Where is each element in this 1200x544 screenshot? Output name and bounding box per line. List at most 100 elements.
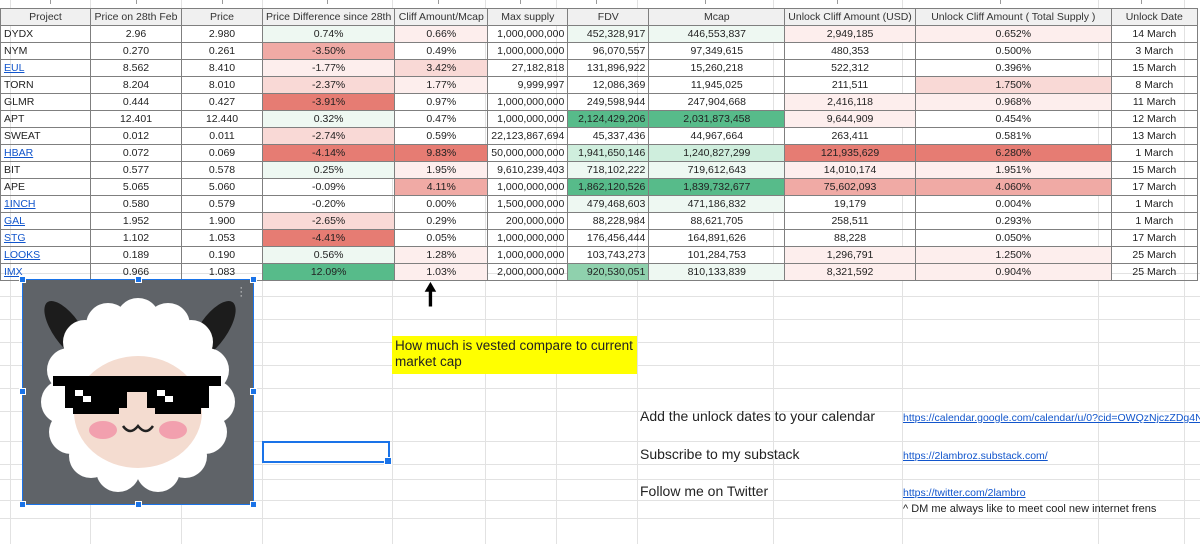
table-cell[interactable]: 263,411 — [784, 127, 916, 145]
table-cell[interactable]: 1,000,000,000 — [487, 178, 569, 196]
table-cell[interactable]: 0.56% — [261, 246, 396, 264]
table-cell[interactable]: 0.050% — [914, 229, 1112, 247]
table-cell[interactable]: 1 March — [1110, 212, 1198, 230]
table-cell[interactable]: 1,862,120,526 — [567, 178, 650, 196]
table-cell[interactable]: 247,904,668 — [648, 93, 786, 111]
table-cell[interactable]: 131,896,922 — [567, 59, 650, 77]
table-cell[interactable]: 164,891,626 — [648, 229, 786, 247]
table-cell[interactable]: 249,598,944 — [567, 93, 650, 111]
calendar-link[interactable]: https://calendar.google.com/calendar/u/0… — [903, 412, 1200, 424]
table-cell[interactable]: 0.012 — [90, 127, 182, 145]
table-cell[interactable]: 0.189 — [90, 246, 182, 264]
resize-handle-top-right[interactable] — [250, 276, 257, 283]
table-cell[interactable]: 446,553,837 — [648, 25, 786, 43]
table-cell[interactable]: 0.444 — [90, 93, 182, 111]
table-cell[interactable]: 8.410 — [181, 59, 263, 77]
table-cell[interactable]: 0.011 — [181, 127, 263, 145]
table-cell[interactable]: -3.91% — [261, 93, 396, 111]
column-header[interactable]: Unlock Date — [1110, 8, 1198, 26]
table-cell[interactable]: 17 March — [1110, 229, 1198, 247]
table-cell[interactable]: SWEAT — [0, 127, 91, 145]
table-cell[interactable]: 14,010,174 — [784, 161, 916, 179]
table-cell[interactable]: 8.204 — [90, 76, 182, 94]
table-cell[interactable]: 718,102,222 — [567, 161, 650, 179]
table-cell[interactable]: 1,000,000,000 — [487, 229, 569, 247]
table-cell[interactable]: APT — [0, 110, 91, 128]
table-cell[interactable]: 1,839,732,677 — [648, 178, 786, 196]
table-cell[interactable]: 1.03% — [394, 263, 489, 281]
table-cell[interactable]: 3 March — [1110, 42, 1198, 60]
table-cell[interactable]: 1.95% — [394, 161, 489, 179]
table-cell[interactable]: 17 March — [1110, 178, 1198, 196]
table-cell[interactable]: 1,000,000,000 — [487, 110, 569, 128]
table-cell[interactable]: 0.97% — [394, 93, 489, 111]
substack-link[interactable]: https://2lambroz.substack.com/ — [903, 450, 1048, 462]
table-cell[interactable]: 2.980 — [181, 25, 263, 43]
table-cell[interactable]: 12.09% — [261, 263, 396, 281]
table-cell[interactable]: 0.580 — [90, 195, 182, 213]
table-cell[interactable]: 0.578 — [181, 161, 263, 179]
table-cell[interactable]: HBAR — [0, 144, 91, 162]
table-cell[interactable]: 1.750% — [914, 76, 1112, 94]
table-cell[interactable]: 4.060% — [914, 178, 1112, 196]
kebab-menu-icon[interactable]: · · · — [239, 283, 243, 302]
table-cell[interactable]: 4.11% — [394, 178, 489, 196]
table-cell[interactable]: 1.053 — [181, 229, 263, 247]
table-cell[interactable]: 12.401 — [90, 110, 182, 128]
table-cell[interactable]: 1,000,000,000 — [487, 246, 569, 264]
column-header[interactable]: Mcap — [648, 8, 786, 26]
table-cell[interactable]: 11 March — [1110, 93, 1198, 111]
table-cell[interactable]: 1 March — [1110, 144, 1198, 162]
table-cell[interactable]: 1,000,000,000 — [487, 25, 569, 43]
table-cell[interactable]: GLMR — [0, 93, 91, 111]
table-cell[interactable]: 8,321,592 — [784, 263, 916, 281]
table-cell[interactable]: 9,999,997 — [487, 76, 569, 94]
table-cell[interactable]: 2,416,118 — [784, 93, 916, 111]
table-cell[interactable]: 1INCH — [0, 195, 91, 213]
resize-handle-bottom-left[interactable] — [19, 501, 26, 508]
table-cell[interactable]: 12,086,369 — [567, 76, 650, 94]
table-cell[interactable]: 13 March — [1110, 127, 1198, 145]
table-cell[interactable]: 88,228,984 — [567, 212, 650, 230]
table-cell[interactable]: 0.072 — [90, 144, 182, 162]
table-cell[interactable]: 0.59% — [394, 127, 489, 145]
table-cell[interactable]: 0.270 — [90, 42, 182, 60]
table-cell[interactable]: 8.010 — [181, 76, 263, 94]
resize-handle-top-left[interactable] — [19, 276, 26, 283]
column-header[interactable]: Unlock Cliff Amount ( Total Supply ) — [914, 8, 1112, 26]
table-cell[interactable]: 3.42% — [394, 59, 489, 77]
table-cell[interactable]: 25 March — [1110, 263, 1198, 281]
table-cell[interactable]: 1.102 — [90, 229, 182, 247]
table-cell[interactable]: 5.060 — [181, 178, 263, 196]
table-cell[interactable]: 719,612,643 — [648, 161, 786, 179]
project-link[interactable]: STG — [4, 232, 26, 244]
table-cell[interactable]: -0.20% — [261, 195, 396, 213]
table-cell[interactable]: -3.50% — [261, 42, 396, 60]
table-cell[interactable]: -1.77% — [261, 59, 396, 77]
table-cell[interactable]: 88,228 — [784, 229, 916, 247]
table-cell[interactable]: 1,500,000,000 — [487, 195, 569, 213]
table-cell[interactable]: 44,967,664 — [648, 127, 786, 145]
table-cell[interactable]: 0.396% — [914, 59, 1112, 77]
note-cell[interactable]: How much is vested compare to current ma… — [392, 336, 637, 374]
project-link[interactable]: GAL — [4, 215, 25, 227]
table-cell[interactable]: 1,240,827,299 — [648, 144, 786, 162]
resize-handle-top[interactable] — [135, 276, 142, 283]
table-cell[interactable]: 27,182,818 — [487, 59, 569, 77]
table-cell[interactable]: 22,123,867,694 — [487, 127, 569, 145]
table-cell[interactable]: 1 March — [1110, 195, 1198, 213]
resize-handle-right[interactable] — [250, 388, 257, 395]
column-header[interactable]: Max supply — [487, 8, 569, 26]
table-cell[interactable]: GAL — [0, 212, 91, 230]
table-cell[interactable]: 12 March — [1110, 110, 1198, 128]
table-cell[interactable]: 0.579 — [181, 195, 263, 213]
twitter-link[interactable]: https://twitter.com/2lambro — [903, 487, 1026, 499]
table-cell[interactable]: 1,941,650,146 — [567, 144, 650, 162]
table-cell[interactable]: 1.28% — [394, 246, 489, 264]
table-cell[interactable]: 88,621,705 — [648, 212, 786, 230]
table-cell[interactable]: 200,000,000 — [487, 212, 569, 230]
table-cell[interactable]: 1.952 — [90, 212, 182, 230]
table-cell[interactable]: IMX — [0, 263, 91, 281]
table-cell[interactable]: 9,644,909 — [784, 110, 916, 128]
table-cell[interactable]: 0.29% — [394, 212, 489, 230]
